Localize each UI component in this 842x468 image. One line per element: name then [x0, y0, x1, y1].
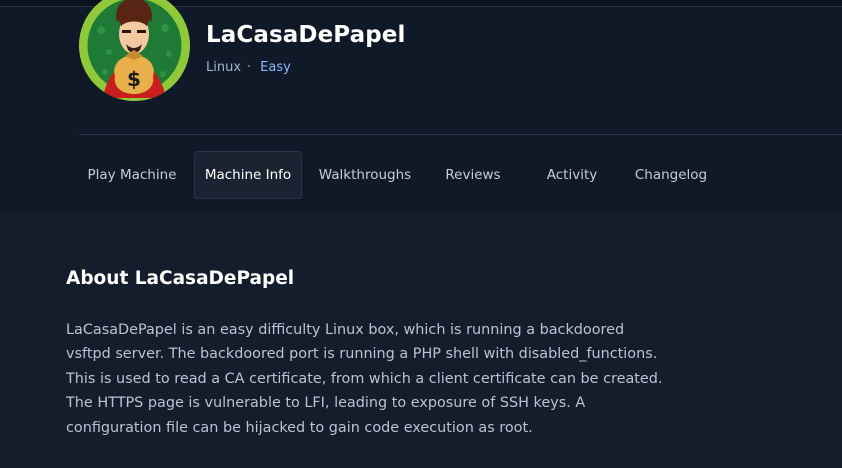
header-divider [79, 134, 842, 135]
about-line: The HTTPS page is vulnerable to LFI, lea… [66, 395, 586, 412]
about-line: This is used to read a CA certificate, f… [66, 370, 663, 387]
tab-machine-info[interactable]: Machine Info [194, 151, 302, 199]
tab-walkthroughs[interactable]: Walkthroughs [312, 151, 418, 199]
machine-avatar: $ [79, 0, 190, 101]
machine-os: Linux [206, 60, 242, 75]
about-heading: About LaCasaDePapel [66, 268, 295, 289]
machine-tabs: Play Machine Machine Info Walkthroughs R… [0, 151, 842, 199]
meta-separator: · [247, 60, 252, 75]
about-line: vsftpd server. The backdoored port is ru… [66, 346, 658, 363]
machine-difficulty: Easy [260, 60, 291, 75]
about-line: LaCasaDePapel is an easy difficulty Linu… [66, 322, 625, 338]
machine-meta: Linux · Easy [206, 60, 291, 75]
machine-header: $ LaCasaDePapel Linux · Easy Play Machine … [0, 0, 842, 214]
tab-reviews[interactable]: Reviews [428, 151, 518, 199]
tab-changelog[interactable]: Changelog [626, 151, 716, 199]
machine-name: LaCasaDePapel [206, 22, 406, 48]
svg-text:$: $ [127, 67, 141, 91]
about-line: configuration file can be hijacked to ga… [66, 419, 533, 436]
tab-play-machine[interactable]: Play Machine [80, 151, 184, 199]
about-description: LaCasaDePapel is an easy difficulty Linu… [66, 318, 666, 440]
money-bag-character-icon: $ [79, 0, 190, 101]
tab-activity[interactable]: Activity [528, 151, 616, 199]
